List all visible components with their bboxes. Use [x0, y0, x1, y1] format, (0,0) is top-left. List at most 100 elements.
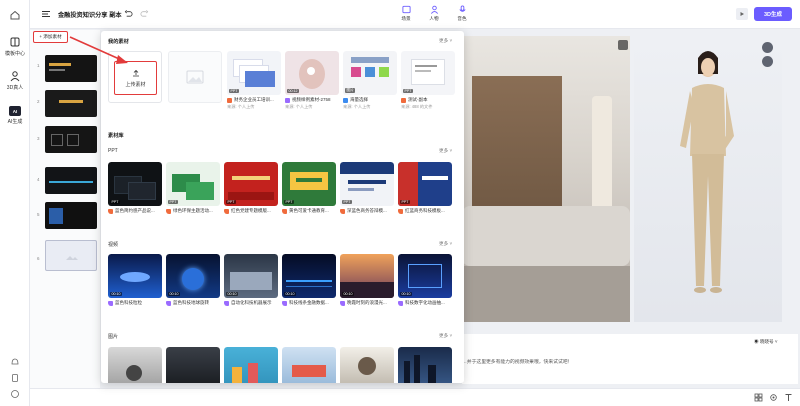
- background-floor: [462, 266, 630, 322]
- background-sofa: [462, 206, 630, 266]
- settings-icon[interactable]: [762, 42, 773, 53]
- ai-icon: AI: [9, 106, 21, 116]
- redo-icon[interactable]: [140, 9, 149, 18]
- tile-caption: 深蓝色商务答辩模...: [347, 208, 387, 213]
- nav-3d-person[interactable]: 3D真人: [2, 70, 28, 98]
- scene-number: 1: [37, 63, 40, 68]
- scene-thumbnail[interactable]: [45, 167, 97, 194]
- gear-icon[interactable]: [769, 393, 778, 402]
- video-tile[interactable]: 00:10 科技数字化动画抽...: [398, 254, 452, 306]
- nav-template-center[interactable]: 模板中心: [2, 36, 28, 64]
- help-icon[interactable]: [10, 389, 20, 399]
- person-icon: [430, 5, 438, 14]
- ppt-template-tile[interactable]: PPT 红蓝商务科技模板...: [398, 162, 452, 214]
- voice-tool-button[interactable]: 音色: [451, 5, 473, 25]
- generate-3d-button[interactable]: 3D生成: [754, 7, 792, 21]
- tile-badge: PPT: [284, 200, 294, 204]
- nav-label: AI生成: [7, 119, 23, 125]
- person-icon: [10, 71, 20, 82]
- document-icon[interactable]: [10, 373, 20, 383]
- tool-label: 音色: [457, 16, 467, 21]
- more-link[interactable]: 更多 ˅: [439, 241, 452, 247]
- swap-icon[interactable]: [618, 40, 628, 50]
- scene-thumbnail[interactable]: [45, 90, 97, 117]
- my-material-tile[interactable]: 00:12 视频样例素材-2758 来源: 个人上传: [285, 51, 339, 110]
- edit-icon[interactable]: [762, 56, 773, 67]
- scene-thumbnail[interactable]: [45, 202, 97, 229]
- person-tool-button[interactable]: 人物: [423, 5, 445, 25]
- ppt-template-tile[interactable]: PPT 蓝色简约感产品说...: [108, 162, 162, 214]
- menu-icon[interactable]: [41, 9, 51, 19]
- ppt-template-tile[interactable]: PPT 红色党建专题模版...: [224, 162, 278, 214]
- image-file-icon: [343, 97, 348, 103]
- tile-caption: 科技线条金融数据...: [289, 300, 329, 305]
- preview-play-button[interactable]: [736, 8, 748, 20]
- tool-label: 人物: [429, 16, 439, 21]
- ppt-template-tile[interactable]: PPT 黄色可爱卡通教育...: [282, 162, 336, 214]
- upload-material-button[interactable]: 上传素材: [114, 61, 157, 95]
- document-title[interactable]: 金融投资知识分享 副本: [58, 10, 122, 19]
- tile-caption: 测试-副本: [408, 97, 428, 102]
- scene-thumbnail[interactable]: [45, 55, 97, 82]
- voice-selector[interactable]: ◉ 晓晓号 ˅: [754, 339, 778, 345]
- scene-canvas[interactable]: [462, 36, 630, 322]
- ppt-template-tile[interactable]: PPT 绿色环保主题活动...: [166, 162, 220, 214]
- tile-badge: PPT: [168, 200, 178, 204]
- undo-icon[interactable]: [124, 9, 133, 18]
- tile-caption: 红色党建专题模版...: [231, 208, 271, 213]
- tile-badge: 图片: [345, 88, 356, 93]
- image-tile[interactable]: [282, 347, 336, 383]
- image-tile[interactable]: [224, 347, 278, 383]
- video-tile[interactable]: 00:10 蓝色科技粒粒: [108, 254, 162, 306]
- image-tile[interactable]: [166, 347, 220, 383]
- tile-source: 来源: 个人上传: [343, 104, 371, 109]
- tile-caption: 蓝色科技粒粒: [115, 300, 142, 305]
- tile-caption: 晚霞时刻的浪漫光...: [347, 300, 387, 305]
- video-tile[interactable]: 00:10 晚霞时刻的浪漫光...: [340, 254, 394, 306]
- my-material-tile[interactable]: 图片 海量选择 来源: 个人上传: [343, 51, 397, 110]
- scene-number: 5: [37, 212, 40, 217]
- image-placeholder-icon: [66, 256, 78, 260]
- scene-tool-button[interactable]: 场景: [395, 5, 417, 25]
- nav-ai-generate[interactable]: AI AI生成: [2, 106, 28, 134]
- bell-icon[interactable]: [10, 357, 20, 367]
- more-link[interactable]: 更多 ˅: [439, 333, 452, 339]
- tile-caption: 红蓝商务科技模板...: [405, 208, 445, 213]
- image-tile[interactable]: [340, 347, 394, 383]
- video-tile[interactable]: 00:10 科技线条金融数据...: [282, 254, 336, 306]
- image-tile[interactable]: [398, 347, 452, 383]
- scene-thumbnail-selected[interactable]: [45, 240, 97, 271]
- ppt-file-icon: [108, 208, 113, 214]
- scene-thumbnail[interactable]: [45, 126, 97, 153]
- home-icon[interactable]: [9, 9, 21, 21]
- ppt-file-icon: [166, 208, 171, 214]
- video-tile[interactable]: 00:10 自动化科技机器展示: [224, 254, 278, 306]
- upload-label: 上传素材: [125, 81, 146, 88]
- more-link[interactable]: 更多 ˅: [439, 38, 452, 44]
- add-material-button[interactable]: + 添加素材: [33, 31, 68, 43]
- tile-badge: 00:10: [400, 292, 412, 296]
- tile-caption: 财务企业员工培训...: [234, 97, 274, 102]
- tile-badge: 00:10: [342, 292, 354, 296]
- tile-caption: 海量选择: [350, 97, 368, 102]
- image-tile[interactable]: [108, 347, 162, 383]
- material-placeholder[interactable]: [168, 51, 222, 103]
- my-material-tile[interactable]: PPT 测试-副本 来源: 488 的文件: [401, 51, 455, 110]
- video-tile[interactable]: 00:10 蓝色科技地球旋转: [166, 254, 220, 306]
- tile-caption: 绿色环保主题活动...: [173, 208, 213, 213]
- scene-number: 6: [37, 256, 40, 261]
- ppt-template-tile[interactable]: PPT 深蓝色商务答辩模...: [340, 162, 394, 214]
- materials-popup: 我的素材 更多 ˅ 上传素材 PPT 财务企业员工培训... 来源: 个人上传 …: [101, 31, 464, 383]
- background-lamp: [592, 96, 612, 216]
- my-material-tile[interactable]: PPT 财务企业员工培训... 来源: 个人上传: [227, 51, 281, 110]
- avatar-preview[interactable]: [634, 36, 782, 322]
- ppt-file-icon: [340, 208, 345, 214]
- grid-icon[interactable]: [754, 393, 763, 402]
- scene-icon: [401, 5, 411, 14]
- text-icon[interactable]: [784, 393, 793, 402]
- script-text[interactable]: …并于这里更多有能力的视频效果哦，快来试试吧！: [462, 358, 572, 365]
- nav-label: 模板中心: [4, 51, 25, 57]
- tile-caption: 视频样例素材-2758: [292, 97, 331, 102]
- tile-source: 来源: 488 的文件: [401, 104, 433, 109]
- more-link[interactable]: 更多 ˅: [439, 148, 452, 154]
